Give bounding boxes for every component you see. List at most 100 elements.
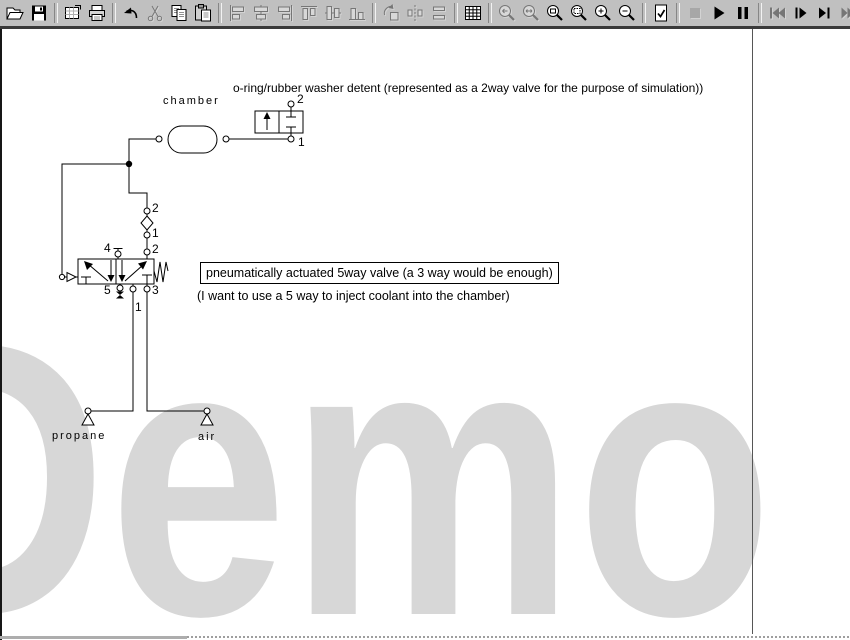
zoom-pan-icon bbox=[521, 3, 541, 23]
align-bottom-icon bbox=[347, 3, 367, 23]
two-way-valve-symbol[interactable] bbox=[255, 101, 303, 142]
grid-icon bbox=[463, 3, 483, 23]
label-2: 2 bbox=[152, 202, 159, 215]
chamber-symbol[interactable] bbox=[156, 126, 229, 153]
zoom-previous-icon bbox=[497, 3, 517, 23]
tb-play-button[interactable] bbox=[707, 2, 731, 24]
align-right-icon bbox=[275, 3, 295, 23]
play-icon bbox=[709, 3, 729, 23]
tb-step-back-button bbox=[765, 2, 789, 24]
align-top-icon bbox=[299, 3, 319, 23]
oring-annotation: o-ring/rubber washer detent (represented… bbox=[233, 81, 703, 95]
toolbar-separator bbox=[676, 3, 680, 23]
toolbar-separator bbox=[758, 3, 762, 23]
label-4: 4 bbox=[104, 242, 111, 255]
tb-simulate-to-end-button[interactable] bbox=[813, 2, 837, 24]
tb-align-center-button bbox=[249, 2, 273, 24]
tb-cut-button bbox=[143, 2, 167, 24]
mirror-icon bbox=[405, 3, 425, 23]
canvas-top-border bbox=[0, 26, 850, 29]
tb-undo-button[interactable] bbox=[119, 2, 143, 24]
toolbar-separator bbox=[488, 3, 492, 23]
tb-zoom-pan-button bbox=[519, 2, 543, 24]
valve-annotation-note: (I want to use a 5 way to inject coolant… bbox=[197, 289, 510, 303]
step-back-icon bbox=[767, 3, 787, 23]
tb-align-left-button bbox=[225, 2, 249, 24]
tb-zoom-fit-button[interactable] bbox=[543, 2, 567, 24]
label-1: 1 bbox=[298, 136, 305, 149]
align-left-icon bbox=[227, 3, 247, 23]
copy-icon bbox=[169, 3, 189, 23]
toolbar-separator bbox=[218, 3, 222, 23]
toolbar bbox=[0, 0, 850, 26]
label-1: 1 bbox=[135, 301, 142, 314]
horizontal-scrollbar-track[interactable] bbox=[187, 636, 850, 638]
tb-copy-button[interactable] bbox=[167, 2, 191, 24]
tb-open-button[interactable] bbox=[3, 2, 27, 24]
circuit-diagram bbox=[0, 0, 850, 640]
rotate-icon bbox=[381, 3, 401, 23]
tb-zoom-previous-button bbox=[495, 2, 519, 24]
tb-step-forward-button[interactable] bbox=[789, 2, 813, 24]
spring-return bbox=[154, 262, 168, 282]
simulate-to-end-icon bbox=[815, 3, 835, 23]
paste-icon bbox=[193, 3, 213, 23]
tb-rotate-button bbox=[379, 2, 403, 24]
label-chamber: chamber bbox=[163, 95, 220, 108]
toolbar-separator bbox=[642, 3, 646, 23]
label-air: air bbox=[198, 431, 216, 444]
zoom-in-icon bbox=[593, 3, 613, 23]
tb-distribute-button bbox=[427, 2, 451, 24]
toolbar-separator bbox=[454, 3, 458, 23]
toolbar-separator bbox=[372, 3, 376, 23]
step-forward-icon bbox=[791, 3, 811, 23]
print-icon bbox=[87, 3, 107, 23]
tb-save-button[interactable] bbox=[27, 2, 51, 24]
distribute-icon bbox=[429, 3, 449, 23]
cut-icon bbox=[145, 3, 165, 23]
tb-paste-button[interactable] bbox=[191, 2, 215, 24]
toolbar-separator bbox=[112, 3, 116, 23]
stop-icon bbox=[685, 3, 705, 23]
tb-print-button[interactable] bbox=[85, 2, 109, 24]
tb-align-top-button bbox=[297, 2, 321, 24]
zoom-fit-icon bbox=[545, 3, 565, 23]
tb-align-bottom-button bbox=[345, 2, 369, 24]
label-1: 1 bbox=[152, 227, 159, 240]
fast-forward-icon bbox=[839, 3, 850, 23]
horizontal-scrollbar-thumb[interactable] bbox=[0, 636, 187, 639]
align-center-icon bbox=[251, 3, 271, 23]
tb-align-right-button bbox=[273, 2, 297, 24]
label-5: 5 bbox=[104, 284, 111, 297]
valve-annotation-box[interactable]: pneumatically actuated 5way valve (a 3 w… bbox=[200, 262, 559, 284]
tb-pause-button[interactable] bbox=[731, 2, 755, 24]
label-2: 2 bbox=[152, 243, 159, 256]
label-propane: propane bbox=[52, 430, 106, 443]
tb-fast-forward-button bbox=[837, 2, 850, 24]
page-boundary-line bbox=[752, 29, 753, 634]
save-icon bbox=[29, 3, 49, 23]
undo-icon bbox=[121, 3, 141, 23]
pause-icon bbox=[733, 3, 753, 23]
toolbar-separator bbox=[54, 3, 58, 23]
tb-zoom-out-button[interactable] bbox=[615, 2, 639, 24]
tb-grid-button[interactable] bbox=[461, 2, 485, 24]
new-drawing-icon bbox=[63, 3, 83, 23]
tb-check-drawing-button[interactable] bbox=[649, 2, 673, 24]
pilot-triangle bbox=[67, 273, 76, 282]
tb-stop-button bbox=[683, 2, 707, 24]
zoom-out-icon bbox=[617, 3, 637, 23]
canvas-left-border bbox=[0, 26, 2, 640]
tb-new-drawing-button[interactable] bbox=[61, 2, 85, 24]
zoom-window-icon bbox=[569, 3, 589, 23]
align-middle-icon bbox=[323, 3, 343, 23]
open-icon bbox=[5, 3, 25, 23]
tb-zoom-in-button[interactable] bbox=[591, 2, 615, 24]
check-drawing-icon bbox=[651, 3, 671, 23]
tb-mirror-button bbox=[403, 2, 427, 24]
tb-zoom-window-button[interactable] bbox=[567, 2, 591, 24]
pipe-junction-dot[interactable] bbox=[126, 161, 132, 167]
label-3: 3 bbox=[152, 284, 159, 297]
tb-align-middle-button bbox=[321, 2, 345, 24]
app-window: Demo bbox=[0, 0, 850, 640]
